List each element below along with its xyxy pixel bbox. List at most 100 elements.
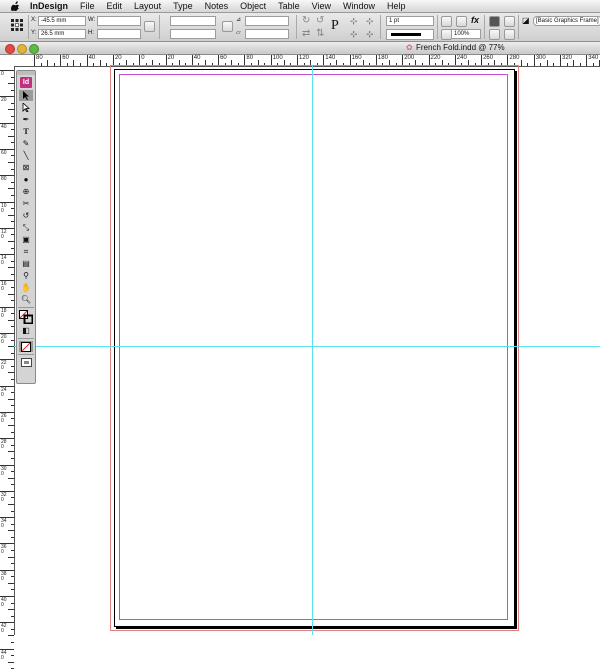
ruler-label: 340	[1, 518, 7, 530]
wrap-shape-icon[interactable]	[489, 29, 500, 40]
y-position-field[interactable]: 26.5 mm	[38, 29, 86, 39]
vertical-ruler[interactable]: 0 20 40 60 80 100 120 140 160 180 200 220 240 260 280 3…	[0, 66, 15, 669]
reference-point-icon[interactable]	[10, 18, 24, 32]
apple-menu-icon[interactable]	[10, 1, 20, 11]
height-field[interactable]	[97, 29, 141, 39]
fill-stroke-swatch-icon[interactable]	[19, 310, 33, 324]
scale-tool-icon[interactable]: ⤡	[19, 222, 33, 233]
separator	[159, 15, 160, 39]
ruler-tick	[8, 319, 14, 321]
select-container-icon[interactable]: ⊹	[350, 16, 358, 27]
flip-vertical-icon[interactable]: ⇅	[316, 28, 324, 39]
free-transform-tool-icon[interactable]: ⌗	[19, 246, 33, 257]
constrain-scale-icon[interactable]	[222, 21, 233, 32]
note-tool-icon[interactable]: ▤	[19, 258, 33, 269]
menu-help[interactable]: Help	[381, 0, 412, 12]
zoom-tool-icon[interactable]: 🔍︎	[19, 294, 33, 305]
direct-selection-tool-icon[interactable]	[19, 102, 33, 113]
tools-divider	[18, 338, 34, 339]
width-field[interactable]	[97, 16, 141, 26]
scissors-tool-icon[interactable]: ✂	[19, 198, 33, 209]
rectangle-frame-tool-icon[interactable]: ⊠	[19, 162, 33, 173]
ruler-tick	[106, 63, 108, 66]
control-panel: X: -45.5 mm Y: 26.5 mm W: H: ⊿ ▱ ↻ ↺ ⇄ ⇅…	[0, 13, 600, 42]
ruler-tick	[11, 247, 14, 249]
ruler-label: 120	[1, 228, 7, 240]
eyedropper-tool-icon[interactable]: ⚲	[19, 270, 33, 281]
ruler-tick	[11, 300, 14, 302]
feather-icon[interactable]	[456, 16, 467, 27]
ruler-label: 140	[1, 255, 7, 267]
menu-bar: InDesign File Edit Layout Type Notes Obj…	[0, 0, 600, 13]
stroke-type-dropdown[interactable]	[386, 29, 434, 40]
pen-tool-icon[interactable]: ✒	[19, 114, 33, 125]
rotate-tool-icon[interactable]: ↺	[19, 210, 33, 221]
separator	[437, 15, 438, 39]
selection-tool-icon[interactable]	[19, 90, 33, 101]
menu-app-name[interactable]: InDesign	[24, 0, 74, 12]
default-colors-icon[interactable]: ◧	[19, 325, 33, 336]
effects-icon[interactable]: fx	[471, 15, 479, 25]
horizontal-guide[interactable]	[14, 346, 600, 347]
wrap-bounding-box-icon[interactable]	[504, 16, 515, 27]
position-tool-icon[interactable]: ⊕	[19, 186, 33, 197]
menu-file[interactable]: File	[74, 0, 101, 12]
object-style-dropdown[interactable]: [Basic Graphics Frame]	[533, 16, 600, 26]
separator	[28, 15, 29, 39]
menu-window[interactable]: Window	[337, 0, 381, 12]
opacity-field[interactable]: 100%	[451, 29, 481, 39]
minimize-window-button[interactable]	[17, 44, 27, 54]
ruler-label: 20	[114, 55, 122, 61]
vertical-guide[interactable]	[312, 66, 313, 635]
ruler-label: 40	[193, 55, 201, 61]
ruler-label: 180	[377, 55, 388, 61]
ruler-tick	[11, 431, 14, 433]
shear-angle-field[interactable]	[245, 29, 289, 39]
h-label: H:	[88, 30, 94, 36]
pencil-tool-icon[interactable]: ✎	[19, 138, 33, 149]
tools-panel-grip[interactable]	[17, 71, 35, 75]
x-position-field[interactable]: -45.5 mm	[38, 16, 86, 26]
select-content-icon[interactable]: ⊹	[366, 16, 374, 27]
stroke-weight-field[interactable]: 1 pt	[386, 16, 434, 26]
select-next-icon[interactable]: ⊹	[366, 29, 374, 40]
type-tool-icon[interactable]: T	[19, 126, 33, 137]
rotate-cw-icon[interactable]: ↻	[302, 15, 310, 26]
zoom-window-button[interactable]	[29, 44, 39, 54]
ruler-tick	[11, 286, 14, 288]
rotate-ccw-icon[interactable]: ↺	[316, 15, 324, 26]
ruler-tick	[553, 63, 555, 66]
menu-table[interactable]: Table	[272, 0, 306, 12]
menu-edit[interactable]: Edit	[101, 0, 129, 12]
menu-view[interactable]: View	[306, 0, 337, 12]
menu-object[interactable]: Object	[234, 0, 272, 12]
ruler-tick	[11, 615, 14, 617]
constrain-proportions-icon[interactable]	[144, 21, 155, 32]
screen-mode-icon[interactable]	[19, 357, 33, 368]
drop-shadow-icon[interactable]	[441, 16, 452, 27]
ruler-tick	[540, 63, 542, 66]
menu-notes[interactable]: Notes	[199, 0, 235, 12]
flip-horizontal-icon[interactable]: ⇄	[302, 28, 310, 39]
scale-y-field[interactable]	[170, 29, 216, 39]
select-previous-icon[interactable]: ⊹	[350, 29, 358, 40]
ruler-tick	[11, 576, 14, 578]
wrap-none-icon[interactable]	[489, 16, 500, 27]
rotation-angle-field[interactable]	[245, 16, 289, 26]
wrap-jump-icon[interactable]	[504, 29, 515, 40]
ruler-label: 200	[404, 55, 415, 61]
ruler-tick	[11, 273, 14, 275]
menu-layout[interactable]: Layout	[128, 0, 167, 12]
ruler-tick	[560, 55, 561, 66]
hand-tool-icon[interactable]: ✋	[19, 282, 33, 293]
ruler-tick	[11, 642, 14, 644]
separator	[484, 15, 485, 39]
scale-x-field[interactable]	[170, 16, 216, 26]
close-window-button[interactable]	[5, 44, 15, 54]
gradient-tool-icon[interactable]: ▣	[19, 234, 33, 245]
menu-type[interactable]: Type	[167, 0, 199, 12]
apply-none-icon[interactable]	[19, 341, 33, 352]
line-tool-icon[interactable]: ╲	[19, 150, 33, 161]
ruler-label: 300	[1, 465, 7, 477]
ellipse-tool-icon[interactable]: ●	[19, 174, 33, 185]
